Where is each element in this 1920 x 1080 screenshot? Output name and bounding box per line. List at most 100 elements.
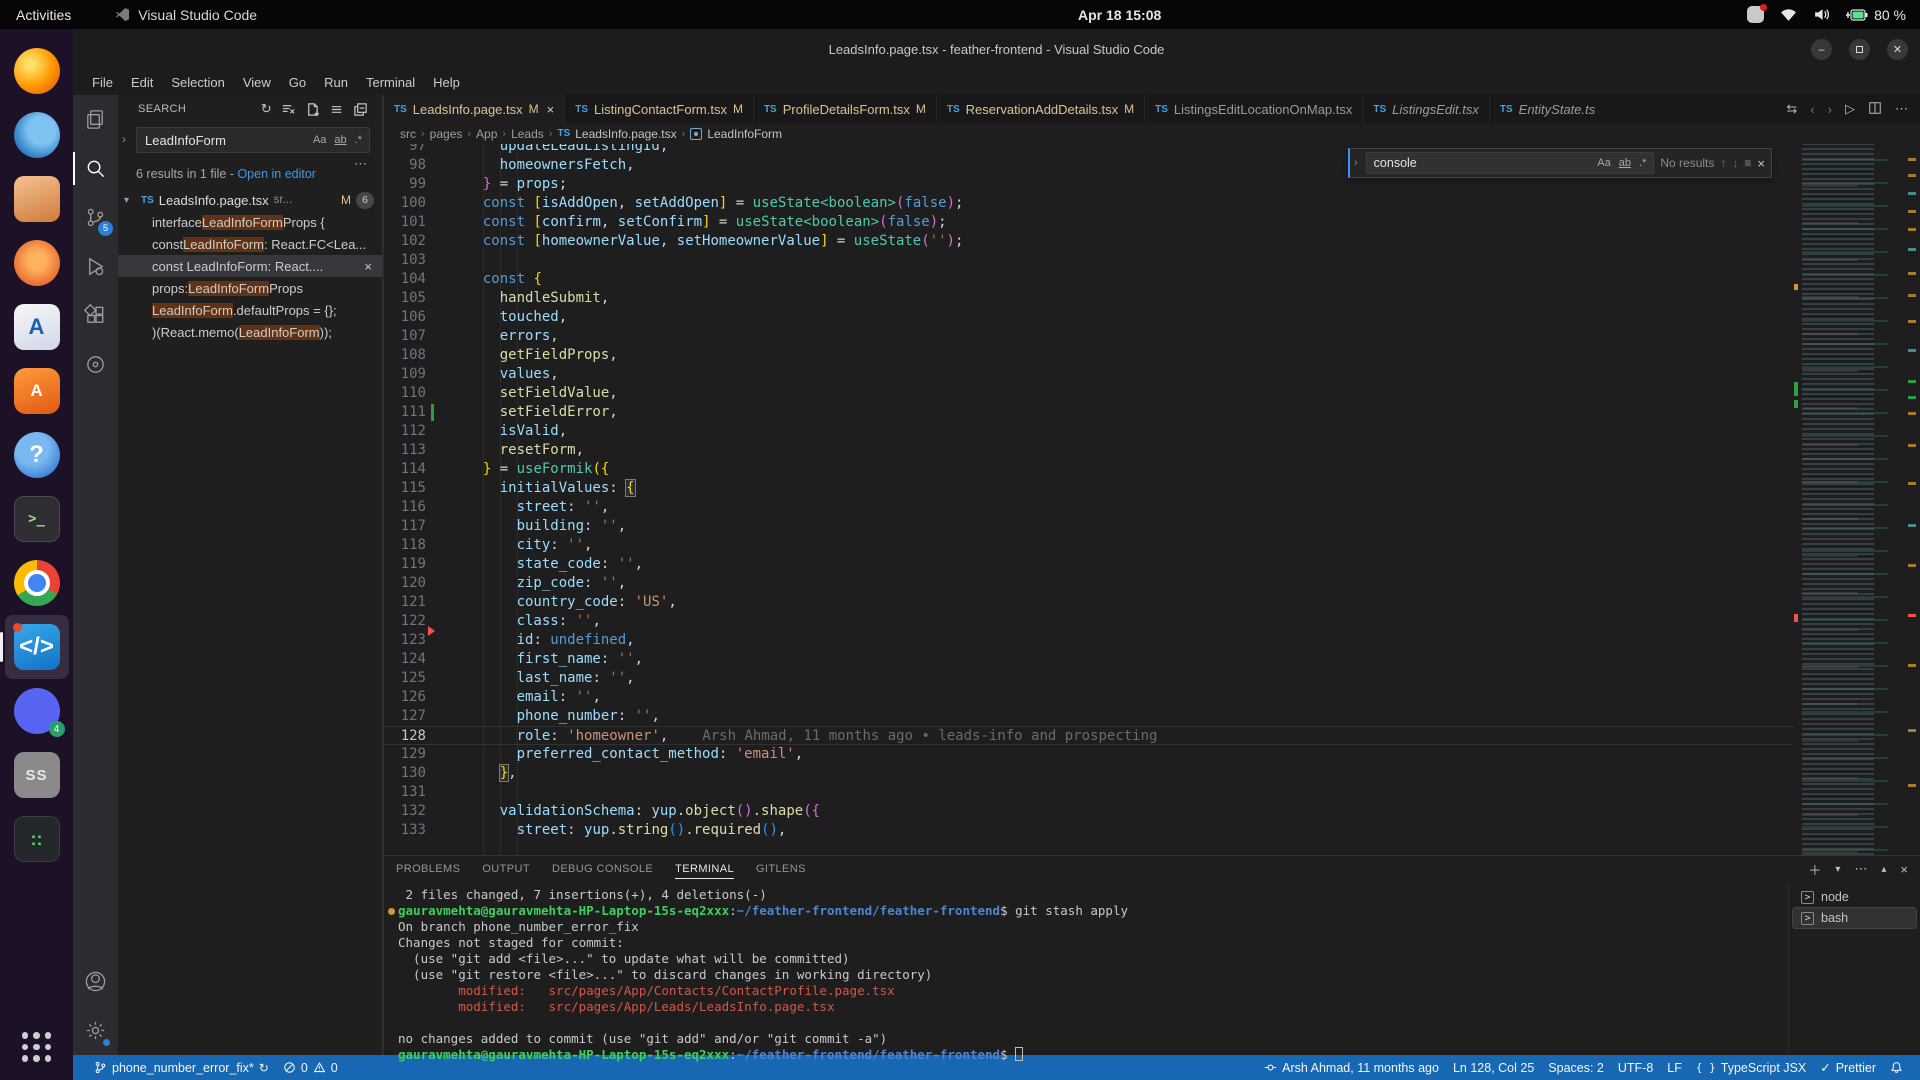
code-line[interactable]: 110 setFieldValue, — [384, 384, 1794, 403]
menu-edit[interactable]: Edit — [122, 70, 162, 95]
panel-tab-output[interactable]: OUTPUT — [482, 856, 530, 882]
code-line[interactable]: 102 const [homeownerValue, setHomeownerV… — [384, 232, 1794, 251]
code-line[interactable]: 106 touched, — [384, 308, 1794, 327]
ubuntu-software-dock-icon[interactable]: A — [5, 359, 69, 423]
code-line[interactable]: 107 errors, — [384, 327, 1794, 346]
open-changes-icon[interactable]: ⇆ — [1786, 101, 1797, 117]
tab-ProfileDetailsForm.tsx[interactable]: TSProfileDetailsForm.tsxM — [754, 95, 937, 123]
close-panel-icon[interactable]: × — [1900, 862, 1908, 877]
panel-tab-debug-console[interactable]: DEBUG CONSOLE — [552, 856, 653, 882]
explorer-icon[interactable] — [73, 95, 118, 144]
system-tray[interactable]: 80 % — [1747, 0, 1906, 29]
code-line[interactable]: 128 role: 'homeowner',Arsh Ahmad, 11 mon… — [384, 726, 1794, 745]
menu-terminal[interactable]: Terminal — [357, 70, 424, 95]
code-line[interactable]: 124 first_name: '', — [384, 650, 1794, 669]
code-line[interactable]: 114 } = useFormik({ — [384, 460, 1794, 479]
run-debug-icon[interactable] — [73, 242, 118, 291]
find-expand-chevron[interactable]: › — [1352, 157, 1360, 169]
back-icon[interactable]: ‹ — [1810, 102, 1814, 117]
code-line[interactable]: 121 country_code: 'US', — [384, 593, 1794, 612]
search-match-row[interactable]: const LeadInfoForm: React....× — [118, 255, 382, 277]
panel-more-actions-icon[interactable]: ⋯ — [1854, 861, 1867, 877]
tab-ListingsEditLocationOnMap.tsx[interactable]: TSListingsEditLocationOnMap.tsx — [1145, 95, 1363, 123]
code-line[interactable]: 119 state_code: '', — [384, 555, 1794, 574]
firefox-dock-icon[interactable] — [5, 39, 69, 103]
find-previous-icon[interactable]: ↑ — [1720, 156, 1726, 170]
menu-selection[interactable]: Selection — [162, 70, 233, 95]
code-line[interactable]: 104 const { — [384, 270, 1794, 289]
overview-ruler[interactable] — [1904, 144, 1920, 855]
code-line[interactable]: 127 phone_number: '', — [384, 707, 1794, 726]
code-line[interactable]: 116 street: '', — [384, 498, 1794, 517]
search-match-row[interactable]: )(React.memo(LeadInfoForm)); — [118, 321, 382, 343]
find-in-selection-icon[interactable]: ≡ — [1744, 156, 1751, 170]
breadcrumb-item[interactable]: LeadsInfo.page.tsx — [575, 127, 676, 141]
code-line[interactable]: 109 values, — [384, 365, 1794, 384]
panel-tab-terminal[interactable]: TERMINAL — [675, 856, 734, 882]
code-line[interactable]: 133 street: yup.string().required(), — [384, 821, 1794, 840]
help-dock-icon[interactable]: ? — [5, 423, 69, 487]
code-line[interactable]: 129 preferred_contact_method: 'email', — [384, 745, 1794, 764]
search-icon[interactable] — [73, 144, 118, 193]
code-editor[interactable]: 97 updateLeadListingId,98 homeownersFetc… — [384, 144, 1920, 855]
rhythmbox-dock-icon[interactable] — [5, 231, 69, 295]
find-close-icon[interactable]: × — [1757, 156, 1765, 171]
menu-file[interactable]: File — [83, 70, 122, 95]
focused-app-menu[interactable]: Visual Studio Code — [115, 7, 257, 23]
code-line[interactable]: 118 city: '', — [384, 536, 1794, 555]
libreoffice-writer-dock-icon[interactable]: A — [5, 295, 69, 359]
result-file-row[interactable]: ▾ TS LeadsInfo.page.tsx sr... M 6 — [118, 189, 382, 211]
code-line[interactable]: 125 last_name: '', — [384, 669, 1794, 688]
terminal-profile-chevron-icon[interactable]: ▾ — [1835, 864, 1840, 875]
find-input[interactable]: console Aa ab .* — [1366, 152, 1655, 174]
files-dock-icon[interactable] — [5, 167, 69, 231]
new-search-editor-icon[interactable] — [305, 102, 320, 117]
thunderbird-dock-icon[interactable] — [5, 103, 69, 167]
refresh-icon[interactable]: ↻ — [261, 101, 272, 117]
code-line[interactable]: 112 isValid, — [384, 422, 1794, 441]
gitlens-icon[interactable] — [73, 340, 118, 389]
search-match-row[interactable]: const LeadInfoForm: React.FC<Lea... — [118, 233, 382, 255]
tab-close-icon[interactable]: × — [547, 102, 555, 117]
split-editor-icon[interactable] — [1868, 101, 1882, 118]
tab-EntityState.ts[interactable]: TSEntityState.ts — [1490, 95, 1596, 123]
code-line[interactable]: 132 validationSchema: yup.object().shape… — [384, 802, 1794, 821]
accounts-icon[interactable] — [73, 957, 118, 1006]
minimize-button[interactable]: – — [1811, 39, 1832, 60]
code-line[interactable]: 101 const [confirm, setConfirm] = useSta… — [384, 213, 1794, 232]
find-regex-toggle[interactable]: .* — [1636, 155, 1649, 171]
search-input[interactable]: LeadInfoForm Aa ab .* — [136, 127, 370, 153]
search-match-row[interactable]: interface LeadInfoFormProps { — [118, 211, 382, 233]
tab-ReservationAddDetails.tsx[interactable]: TSReservationAddDetails.tsxM — [937, 95, 1145, 123]
menu-run[interactable]: Run — [315, 70, 357, 95]
code-line[interactable]: 108 getFieldProps, — [384, 346, 1794, 365]
discord-tray-icon[interactable] — [1747, 6, 1764, 23]
whole-word-toggle[interactable]: ab — [331, 132, 349, 148]
terminal[interactable]: 2 files changed, 7 insertions(+), 4 dele… — [384, 882, 1788, 1055]
clock[interactable]: Apr 18 15:08 — [1078, 0, 1161, 29]
code-line[interactable]: 113 resetForm, — [384, 441, 1794, 460]
breadcrumb-item[interactable]: src — [400, 127, 416, 141]
panel-tab-problems[interactable]: PROBLEMS — [396, 856, 460, 882]
code-line[interactable]: 123 id: undefined, — [384, 631, 1794, 650]
menu-view[interactable]: View — [234, 70, 280, 95]
tab-ListingContactForm.tsx[interactable]: TSListingContactForm.tsxM — [565, 95, 754, 123]
breadcrumb-item[interactable]: LeadInfoForm — [707, 127, 782, 141]
code-line[interactable]: 126 email: '', — [384, 688, 1794, 707]
formatter-item[interactable]: ✓ Prettier — [1813, 1060, 1883, 1075]
menu-go[interactable]: Go — [280, 70, 315, 95]
find-whole-word-toggle[interactable]: ab — [1616, 155, 1634, 171]
menu-help[interactable]: Help — [424, 70, 469, 95]
terminal-session-node[interactable]: >node — [1793, 887, 1916, 907]
notifications-bell-item[interactable] — [1883, 1061, 1910, 1074]
search-match-row[interactable]: props: LeadInfoFormProps — [118, 277, 382, 299]
match-case-toggle[interactable]: Aa — [310, 132, 329, 148]
dismiss-match-icon[interactable]: × — [364, 259, 372, 274]
breadcrumb[interactable]: src›pages›App›Leads›TSLeadsInfo.page.tsx… — [384, 123, 1920, 144]
breadcrumb-item[interactable]: App — [476, 127, 497, 141]
maximize-panel-ic[interactable]: ▴ — [1881, 864, 1886, 875]
source-control-icon[interactable]: 5 — [73, 193, 118, 242]
code-line[interactable]: 120 zip_code: '', — [384, 574, 1794, 593]
code-line[interactable]: 117 building: '', — [384, 517, 1794, 536]
vscode-dock-icon[interactable]: </> — [5, 615, 69, 679]
